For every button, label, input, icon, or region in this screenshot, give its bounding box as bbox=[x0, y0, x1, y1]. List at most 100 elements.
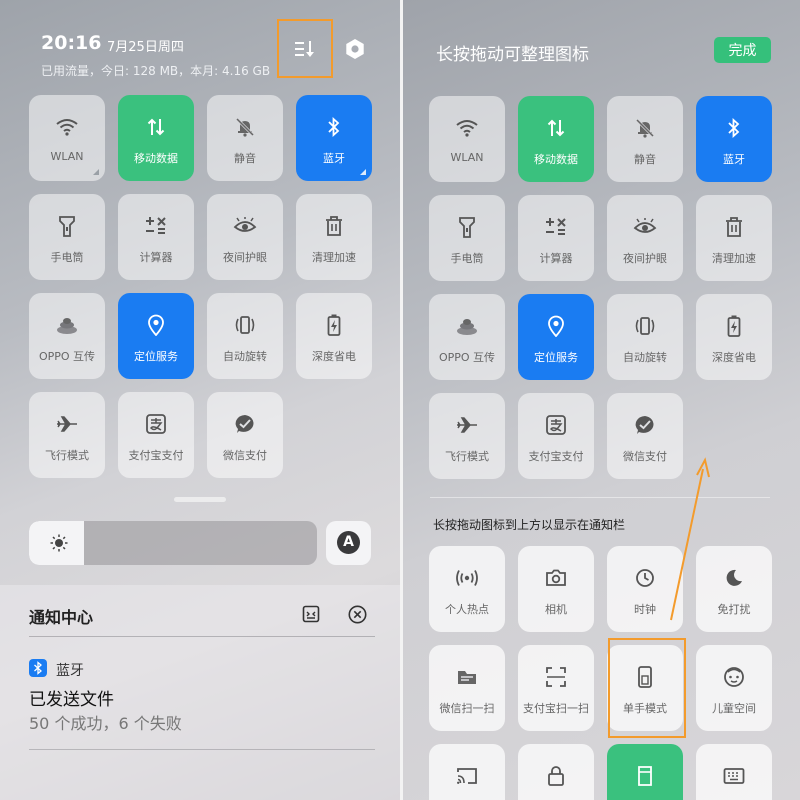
tile-kids-space[interactable]: 儿童空间 bbox=[696, 645, 772, 731]
mobile-data-icon bbox=[147, 118, 165, 136]
tile-power-saving[interactable]: 深度省电 bbox=[696, 294, 772, 380]
tile-night-mode[interactable]: 夜间护眼 bbox=[607, 195, 683, 281]
available-tiles-hint: 长按拖动图标到上方以显示在通知栏 bbox=[433, 518, 626, 532]
expand-corner-indicator bbox=[360, 169, 366, 175]
notification-manage-icon bbox=[302, 605, 320, 623]
wechat-scan-icon bbox=[458, 671, 476, 684]
lock-icon bbox=[548, 766, 564, 786]
tile-label: 深度省电 bbox=[312, 350, 356, 363]
edit-instructions-title: 长按拖动可整理图标 bbox=[436, 45, 589, 65]
tile-auto-rotate[interactable]: 自动旋转 bbox=[607, 294, 683, 380]
tile-label: 支付宝支付 bbox=[528, 450, 584, 463]
tile-airplane-mode[interactable]: 飞行模式 bbox=[429, 393, 505, 479]
tile-mobile-data[interactable]: 移动数据 bbox=[118, 95, 194, 181]
divider bbox=[29, 749, 375, 750]
tile-label: 移动数据 bbox=[534, 153, 578, 166]
tile-label: 自动旋转 bbox=[223, 350, 267, 363]
clock-icon bbox=[636, 569, 654, 587]
date-label: 7月25日周四 bbox=[107, 40, 184, 55]
tile-cleanup[interactable]: 清理加速 bbox=[296, 194, 372, 280]
tile-lock-screen[interactable] bbox=[518, 744, 594, 800]
alipay-icon bbox=[546, 415, 566, 435]
tile-label: 飞行模式 bbox=[445, 450, 489, 463]
tile-label: 微信扫一扫 bbox=[439, 702, 495, 715]
clear-notifications-button[interactable] bbox=[348, 605, 367, 624]
tile-mute[interactable]: 静音 bbox=[607, 96, 683, 182]
tile-storage[interactable] bbox=[607, 744, 683, 800]
auto-brightness-button[interactable]: A bbox=[326, 521, 371, 565]
sort-list-icon bbox=[295, 41, 314, 57]
moon-icon bbox=[726, 569, 742, 586]
tile-bluetooth[interactable]: 蓝牙 bbox=[296, 95, 372, 181]
tile-power-saving[interactable]: 深度省电 bbox=[296, 293, 372, 379]
auto-brightness-icon: A bbox=[337, 531, 360, 554]
sd-card-icon bbox=[638, 766, 652, 786]
tile-wlan[interactable]: WLAN bbox=[29, 95, 105, 181]
tile-auto-rotate[interactable]: 自动旋转 bbox=[207, 293, 283, 379]
expand-corner-indicator bbox=[93, 169, 99, 175]
tile-alipay[interactable]: 支付宝支付 bbox=[118, 392, 194, 478]
keyboard-icon bbox=[723, 768, 745, 784]
done-button[interactable]: 完成 bbox=[714, 37, 771, 63]
calculator-icon bbox=[146, 217, 166, 234]
tile-airplane-mode[interactable]: 飞行模式 bbox=[29, 392, 105, 478]
wechat-pay-icon bbox=[235, 415, 254, 433]
clock-time: 20:16 bbox=[41, 32, 102, 54]
tile-label: 夜间护眼 bbox=[623, 252, 667, 265]
tile-wlan[interactable]: WLAN bbox=[429, 96, 505, 182]
tile-label: WLAN bbox=[450, 151, 484, 164]
settings-button[interactable] bbox=[343, 37, 367, 61]
tile-label: 静音 bbox=[634, 153, 656, 166]
tile-keyboard[interactable] bbox=[696, 744, 772, 800]
bluetooth-icon bbox=[728, 118, 740, 138]
tile-oppo-share[interactable]: OPPO 互传 bbox=[429, 294, 505, 380]
tile-flashlight[interactable]: 手电筒 bbox=[29, 194, 105, 280]
flashlight-icon bbox=[59, 216, 75, 237]
tile-flashlight[interactable]: 手电筒 bbox=[429, 195, 505, 281]
tile-label: 相机 bbox=[545, 603, 567, 616]
tile-alipay[interactable]: 支付宝支付 bbox=[518, 393, 594, 479]
brightness-slider[interactable] bbox=[29, 521, 317, 565]
tile-cleanup[interactable]: 清理加速 bbox=[696, 195, 772, 281]
data-usage-label: 已用流量，今日: 128 MB，本月: 4.16 GB bbox=[41, 64, 271, 78]
tile-screen-cast[interactable] bbox=[429, 744, 505, 800]
tile-oppo-share[interactable]: OPPO 互传 bbox=[29, 293, 105, 379]
panel-drag-handle[interactable] bbox=[174, 497, 226, 502]
bell-off-icon bbox=[235, 117, 255, 137]
notification-center-title: 通知中心 bbox=[29, 608, 94, 627]
calculator-icon bbox=[546, 218, 566, 235]
tile-alipay-scan[interactable]: 支付宝扫一扫 bbox=[518, 645, 594, 731]
tile-wechat-pay[interactable]: 微信支付 bbox=[207, 392, 283, 478]
wechat-pay-icon bbox=[635, 416, 654, 434]
tile-mobile-data[interactable]: 移动数据 bbox=[518, 96, 594, 182]
oppo-share-icon bbox=[57, 318, 77, 334]
close-circle-icon bbox=[348, 605, 367, 624]
airplane-icon bbox=[457, 417, 477, 433]
tile-label: 蓝牙 bbox=[723, 153, 745, 166]
tile-label: 微信支付 bbox=[223, 449, 267, 462]
tile-night-mode[interactable]: 夜间护眼 bbox=[207, 194, 283, 280]
tile-calculator[interactable]: 计算器 bbox=[118, 194, 194, 280]
tile-location[interactable]: 定位服务 bbox=[518, 294, 594, 380]
tile-camera[interactable]: 相机 bbox=[518, 546, 594, 632]
divider bbox=[29, 636, 375, 637]
tile-label: 定位服务 bbox=[134, 350, 178, 363]
tile-label: WLAN bbox=[50, 150, 84, 163]
tile-label: 支付宝支付 bbox=[128, 449, 184, 462]
tile-label: 个人热点 bbox=[445, 603, 489, 616]
tile-label: 深度省电 bbox=[712, 351, 756, 364]
notification-settings-button[interactable] bbox=[302, 605, 320, 623]
tile-label: 儿童空间 bbox=[712, 702, 756, 715]
trash-icon bbox=[726, 217, 742, 237]
rotate-icon bbox=[235, 316, 255, 334]
tile-calculator[interactable]: 计算器 bbox=[518, 195, 594, 281]
bluetooth-icon bbox=[328, 117, 340, 137]
tile-bluetooth[interactable]: 蓝牙 bbox=[696, 96, 772, 182]
tile-hotspot[interactable]: 个人热点 bbox=[429, 546, 505, 632]
tile-wechat-scan[interactable]: 微信扫一扫 bbox=[429, 645, 505, 731]
tile-location[interactable]: 定位服务 bbox=[118, 293, 194, 379]
edit-tiles-button[interactable] bbox=[290, 34, 320, 64]
tile-label: 清理加速 bbox=[312, 251, 356, 264]
tile-mute[interactable]: 静音 bbox=[207, 95, 283, 181]
tile-label: 支付宝扫一扫 bbox=[523, 702, 589, 715]
